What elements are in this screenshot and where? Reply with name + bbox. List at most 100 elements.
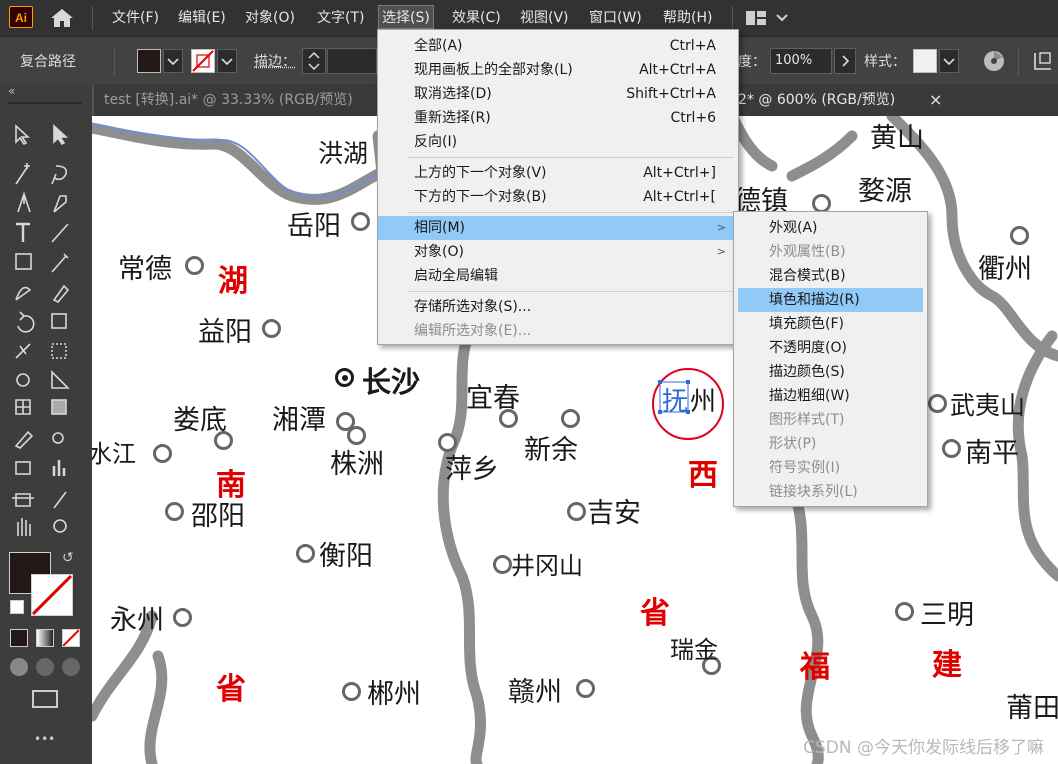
eyedropper-tool-icon[interactable] [14, 430, 34, 449]
submenu-item-link-block-series: 链接块系列(L) [769, 484, 858, 500]
menu-item-global-edit[interactable]: 启动全局编辑 [378, 264, 738, 288]
province-label-fu: 福 [800, 650, 830, 685]
line-tool-icon[interactable] [51, 223, 69, 243]
style-label: 样式： [864, 54, 906, 70]
city-label-quzhou: 衢州 [978, 254, 1032, 285]
draw-behind-icon[interactable] [36, 658, 54, 676]
opacity-label[interactable]: 度： [738, 51, 766, 71]
stroke-label[interactable]: 描边： [254, 51, 296, 71]
menu-type[interactable]: 文字(T) [314, 0, 367, 36]
paintbrush-tool-icon[interactable] [51, 253, 69, 273]
tab-active-document[interactable]: -2* @ 600% (RGB/预览) [733, 84, 953, 116]
menu-item-select-all[interactable]: 全部(A) Ctrl+A [378, 34, 738, 58]
default-colors-icon[interactable] [10, 600, 24, 614]
artboard-tool-icon[interactable] [12, 493, 34, 507]
city-label-yueyang: 岳阳 [287, 211, 341, 242]
menu-item-object[interactable]: 对象(O) > [378, 240, 738, 264]
rotate-tool-icon[interactable] [17, 311, 35, 333]
menu-file[interactable]: 文件(F) [109, 0, 162, 36]
slice-tool-icon[interactable] [53, 491, 67, 509]
menu-item-select-all-artboard[interactable]: 现用画板上的全部对象(L) Alt+Ctrl+A [378, 58, 738, 82]
magic-wand-tool-icon[interactable] [15, 163, 30, 185]
stroke-color-box[interactable] [31, 574, 73, 616]
curvature-tool-icon[interactable] [53, 195, 67, 213]
submenu-item-fill-color[interactable]: 填充颜色(F) [734, 312, 927, 336]
width-tool-icon[interactable] [15, 343, 31, 359]
type-tool-icon[interactable] [16, 222, 30, 242]
menu-item-same[interactable]: 相同(M) > [378, 216, 738, 240]
free-transform-tool-icon[interactable] [51, 343, 67, 359]
opacity-input[interactable]: 100% [770, 48, 832, 74]
city-label-huangshan: 黄山 [870, 123, 924, 154]
zoom-tool-icon[interactable] [53, 519, 67, 533]
submenu-item-fill-and-stroke[interactable]: 填色和描边(R) [738, 288, 923, 312]
shaper-tool-icon[interactable] [15, 286, 32, 301]
menu-edit[interactable]: 编辑(E) [175, 0, 229, 36]
hand-tool-icon[interactable] [17, 518, 31, 536]
city-dot [173, 608, 192, 627]
direct-selection-tool-icon[interactable] [53, 124, 69, 146]
blend-tool-icon[interactable] [52, 432, 64, 444]
graphic-style-swatch[interactable] [913, 49, 937, 73]
menu-item-save-selection[interactable]: 存储所选对象(S)... [378, 295, 738, 319]
menu-select[interactable]: 选择(S) [378, 5, 434, 29]
stroke-weight-input[interactable] [327, 48, 377, 74]
submenu-item-opacity[interactable]: 不透明度(O) [734, 336, 927, 360]
fill-dropdown[interactable] [163, 49, 183, 73]
fill-color-swatch[interactable] [137, 49, 161, 73]
edit-toolbar-icon[interactable]: ••• [34, 732, 55, 746]
symbol-sprayer-tool-icon[interactable] [15, 461, 31, 475]
workspace-switcher-icon[interactable] [746, 11, 790, 27]
screen-mode-icon[interactable] [32, 690, 58, 708]
gradient-tool-icon[interactable] [51, 399, 67, 415]
menu-item-deselect[interactable]: 取消选择(D) Shift+Ctrl+A [378, 82, 738, 106]
menu-item-edit-selection: 编辑所选对象(E)... [414, 323, 532, 339]
city-dot [1010, 226, 1029, 245]
none-mode-icon[interactable] [62, 629, 80, 647]
menu-item-reselect[interactable]: 重新选择(R) Ctrl+6 [378, 106, 738, 130]
swap-fill-stroke-icon[interactable]: ↺ [62, 550, 74, 566]
draw-normal-icon[interactable] [10, 658, 28, 676]
stroke-weight-stepper[interactable] [302, 48, 326, 74]
rectangle-tool-icon[interactable] [15, 253, 32, 270]
color-mode-icon[interactable] [10, 629, 28, 647]
style-dropdown[interactable] [939, 49, 959, 73]
menu-item-next-object-above[interactable]: 上方的下一个对象(V) Alt+Ctrl+] [378, 161, 738, 185]
home-icon[interactable] [50, 8, 74, 28]
shape-builder-tool-icon[interactable] [16, 373, 30, 387]
city-label-pingxiang: 萍乡 [445, 454, 499, 485]
tab-test-document[interactable]: test [转换].ai* @ 33.33% (RGB/预览) [104, 84, 353, 116]
scale-tool-icon[interactable] [51, 313, 67, 329]
pen-tool-icon[interactable] [17, 191, 31, 213]
submenu-arrow-icon: > [716, 245, 726, 258]
submenu-item-stroke-weight[interactable]: 描边粗细(W) [734, 384, 927, 408]
stroke-none-swatch[interactable] [191, 49, 215, 73]
submenu-item-blending-mode[interactable]: 混合模式(B) [734, 264, 927, 288]
transform-icon[interactable] [1032, 49, 1056, 73]
recolor-artwork-icon[interactable] [982, 49, 1006, 73]
menu-item-inverse[interactable]: 反向(I) [378, 130, 738, 154]
opacity-chevron-right-icon[interactable] [834, 48, 856, 74]
submenu-item-shape: 形状(P) [769, 436, 817, 452]
mesh-tool-icon[interactable] [15, 399, 31, 415]
lasso-tool-icon[interactable] [51, 165, 68, 185]
submenu-item-stroke-color[interactable]: 描边颜色(S) [734, 360, 927, 384]
column-graph-tool-icon[interactable] [52, 460, 66, 476]
city-label-nanping: 南平 [965, 438, 1019, 469]
same-submenu: 外观(A) 外观属性(B) 混合模式(B) 填色和描边(R) 填充颜色(F) 不… [733, 211, 928, 507]
menu-object[interactable]: 对象(O) [242, 0, 298, 36]
city-dot [165, 502, 184, 521]
draw-inside-icon[interactable] [62, 658, 80, 676]
selection-tool-icon[interactable] [15, 124, 31, 146]
collapse-panel-icon[interactable]: « [8, 84, 15, 98]
eraser-tool-icon[interactable] [52, 284, 70, 303]
anhui-jiangxi-border-line [786, 130, 858, 182]
gradient-mode-icon[interactable] [36, 629, 54, 647]
stroke-dropdown[interactable] [217, 49, 237, 73]
menu-item-next-object-below[interactable]: 下方的下一个对象(B) Alt+Ctrl+[ [378, 185, 738, 209]
tab-close-icon[interactable]: × [929, 84, 942, 116]
submenu-item-appearance[interactable]: 外观(A) [734, 216, 927, 240]
tool-icons[interactable] [10, 122, 84, 542]
province-label-sheng-jiangxi: 省 [640, 596, 670, 631]
perspective-grid-tool-icon[interactable] [51, 370, 70, 389]
